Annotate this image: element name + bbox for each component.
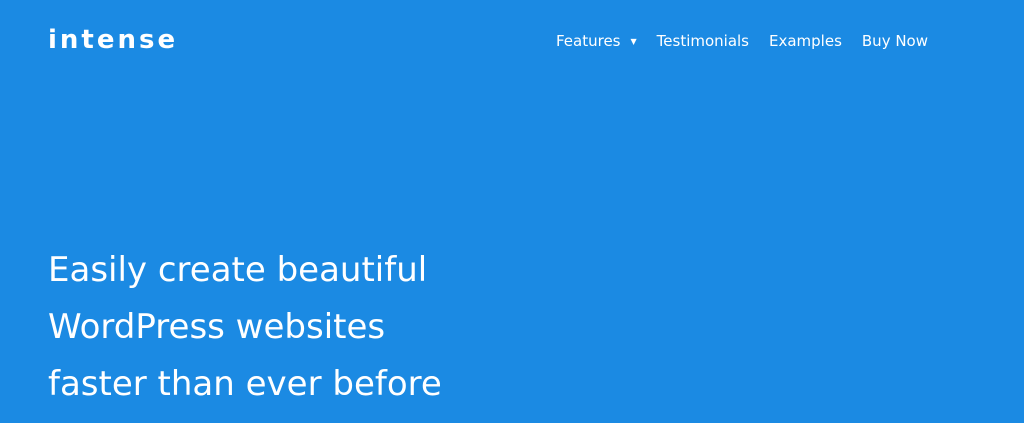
nav-item-buy-now[interactable]: Buy Now [862,31,928,51]
hero-headline-line: WordPress websites [48,307,386,347]
hero-headline-line: faster than ever before [48,364,442,404]
caret-down-icon: ▼ [630,37,637,46]
hero-headline: Easily create beautiful WordPress websit… [48,242,442,413]
nav-item-testimonials[interactable]: Testimonials [657,31,749,51]
nav-item-label: Features [556,32,621,50]
nav-item-label: Examples [769,32,842,50]
nav-item-examples[interactable]: Examples [769,31,842,51]
nav-item-label: Buy Now [861,32,928,50]
brand-logo[interactable]: intense [48,24,178,56]
main-navigation: Features ▼ Testimonials Examples Buy Now [556,31,928,51]
hero-headline-line: Easily create beautiful [48,250,428,290]
nav-item-label: Testimonials [656,32,749,50]
nav-item-features[interactable]: Features ▼ [556,31,637,51]
